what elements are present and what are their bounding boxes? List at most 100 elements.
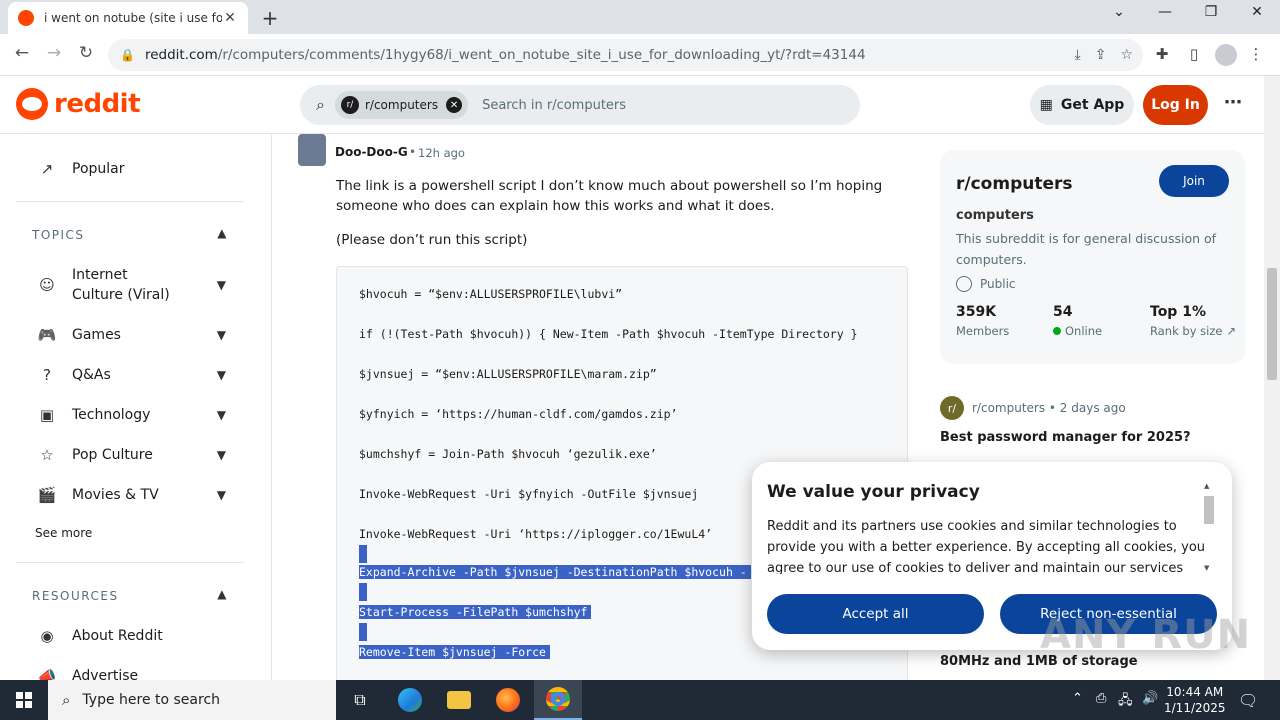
code-line: Invoke-WebRequest -Uri ‘https://iplogger… xyxy=(359,527,713,541)
chevron-up-icon: ▲ xyxy=(217,587,228,601)
page-scrollbar[interactable] xyxy=(1264,76,1280,680)
file-explorer-taskbar-button[interactable] xyxy=(435,680,483,720)
system-clock[interactable]: 10:44 AM 1/11/2025 xyxy=(1164,684,1226,716)
subreddit-search-chip[interactable]: r/ r/computers ✕ xyxy=(334,91,469,119)
subreddit-info-card: r/computers Join computers This subreddi… xyxy=(940,150,1245,364)
extensions-icon[interactable]: ✚ xyxy=(1151,45,1173,63)
chip-icon: ▣ xyxy=(39,406,55,424)
close-window-icon[interactable]: ✕ xyxy=(1242,4,1272,20)
user-avatar[interactable] xyxy=(298,134,326,166)
search-input[interactable]: Search in r/computers xyxy=(482,98,626,113)
code-line-selected: Remove-Item $jvnsuej -Force xyxy=(359,645,550,659)
back-icon[interactable]: ← xyxy=(10,43,34,63)
sidebar-item-internet-culture[interactable]: ☺ Internet Culture (Viral) ▼ xyxy=(36,265,236,305)
comment-body-paragraph: (Please don’t run this script) xyxy=(336,232,528,248)
chrome-taskbar-button[interactable] xyxy=(534,680,582,720)
chrome-icon xyxy=(546,687,570,711)
forward-icon[interactable]: → xyxy=(42,43,66,63)
task-view-button[interactable]: ⧉ xyxy=(336,680,384,720)
reddit-favicon-icon xyxy=(18,10,34,26)
chrome-menu-icon[interactable]: ⋮ xyxy=(1245,45,1267,63)
sidebar-item-technology[interactable]: ▣ Technology ▼ xyxy=(36,404,236,426)
related-post-title[interactable]: Best password manager for 2025? xyxy=(940,430,1240,445)
get-app-button[interactable]: ▦ Get App xyxy=(1030,85,1134,125)
sidebar-item-label: About Reddit xyxy=(72,628,163,644)
sidebar-item-about-reddit[interactable]: ◉ About Reddit xyxy=(36,625,236,647)
accept-all-button[interactable]: Accept all xyxy=(767,594,984,634)
windows-logo-icon xyxy=(16,692,32,708)
resources-section-header[interactable]: RESOURCES ▲ xyxy=(32,587,228,603)
chevron-down-icon: ▼ xyxy=(216,368,226,382)
share-icon[interactable]: ⇪ xyxy=(1095,47,1107,63)
scroll-up-icon[interactable]: ▲ xyxy=(1204,482,1209,490)
dialog-scrollbar-thumb[interactable] xyxy=(1204,496,1214,524)
browser-tab[interactable]: i went on notube (site i use for d ✕ xyxy=(8,2,248,34)
members-stat: 359K Members xyxy=(956,304,1009,338)
qr-code-icon: ▦ xyxy=(1039,97,1053,113)
scrollbar-thumb[interactable] xyxy=(1267,268,1277,380)
start-button[interactable] xyxy=(0,680,48,720)
topics-heading: TOPICS xyxy=(32,228,85,242)
scroll-down-icon[interactable]: ▼ xyxy=(1204,564,1209,572)
side-panel-icon[interactable]: ▯ xyxy=(1183,45,1205,63)
device-icon[interactable]: ⎙ xyxy=(1096,691,1106,706)
rank-stat[interactable]: Top 1% Rank by size ↗ xyxy=(1150,304,1236,338)
sidebar-item-qas[interactable]: ? Q&As ▼ xyxy=(36,364,236,386)
restore-icon[interactable]: ❐ xyxy=(1196,4,1226,20)
show-hidden-icons-icon[interactable]: ⌃ xyxy=(1072,691,1083,706)
left-sidebar: ↗ Popular TOPICS ▲ ☺ Internet Culture (V… xyxy=(0,134,272,680)
sidebar-item-popular[interactable]: ↗ Popular xyxy=(36,158,236,180)
star-icon: ☆ xyxy=(40,446,54,464)
join-button[interactable]: Join xyxy=(1159,165,1229,197)
login-button[interactable]: Log In xyxy=(1143,85,1208,125)
sidebar-item-pop-culture[interactable]: ☆ Pop Culture ▼ xyxy=(36,444,236,466)
sidebar-item-games[interactable]: 🎮 Games ▼ xyxy=(36,324,236,346)
reddit-logo[interactable]: reddit xyxy=(16,88,141,120)
code-line: $yfnyich = ‘https://human-cldf.com/gamdo… xyxy=(359,407,678,421)
windows-taskbar: ⌕ Type here to search ⧉ ⌃ ⎙ 🖧 🔊 10:44 AM… xyxy=(0,680,1280,720)
related-post[interactable]: r/ r/computers • 2 days ago Best passwor… xyxy=(940,396,1240,445)
dialog-scrollbar[interactable]: ▲ ▼ xyxy=(1202,480,1216,576)
question-icon: ? xyxy=(43,366,51,384)
chip-label: r/computers xyxy=(364,98,439,112)
close-tab-icon[interactable]: ✕ xyxy=(222,10,238,26)
chevron-down-icon: ▼ xyxy=(216,448,226,462)
install-app-icon[interactable]: ⤓ xyxy=(1075,47,1081,63)
firefox-taskbar-button[interactable] xyxy=(484,680,532,720)
gamepad-icon: 🎮 xyxy=(37,326,57,344)
subreddit-description: This subreddit is for general discussion… xyxy=(956,231,1217,267)
minimize-icon[interactable]: — xyxy=(1150,4,1180,20)
taskbar-search[interactable]: ⌕ Type here to search xyxy=(48,680,336,720)
see-more-link[interactable]: See more xyxy=(35,526,92,540)
notifications-icon[interactable]: 🗨 xyxy=(1238,691,1258,710)
selection-highlight xyxy=(359,583,367,601)
code-line: if (!(Test-Path $hvocuh)) { New-Item -Pa… xyxy=(359,327,858,341)
remove-chip-icon[interactable]: ✕ xyxy=(446,97,463,113)
search-bar[interactable]: ⌕ r/ r/computers ✕ Search in r/computers xyxy=(300,85,860,125)
subreddit-icon: r/ xyxy=(340,96,359,114)
sidebar-item-advertise[interactable]: 📣 Advertise xyxy=(36,665,236,680)
browser-tab-strip: i went on notube (site i use for d ✕ + ⌄… xyxy=(0,0,1280,34)
tab-search-icon[interactable]: ⌄ xyxy=(1104,4,1134,20)
new-tab-icon[interactable]: + xyxy=(258,6,282,30)
privacy-heading: We value your privacy xyxy=(767,482,980,502)
tab-title: i went on notube (site i use for d xyxy=(44,11,222,25)
bookmark-star-icon[interactable]: ☆ xyxy=(1120,47,1133,63)
topics-section-header[interactable]: TOPICS ▲ xyxy=(32,226,228,242)
volume-icon[interactable]: 🔊 xyxy=(1142,691,1158,706)
megaphone-icon: 📣 xyxy=(37,667,57,680)
profile-avatar-icon[interactable] xyxy=(1215,44,1237,66)
edge-taskbar-button[interactable] xyxy=(386,680,434,720)
sidebar-item-label: Advertise xyxy=(72,668,139,680)
network-icon[interactable]: 🖧 xyxy=(1118,691,1133,713)
sidebar-item-movies-tv[interactable]: 🎬 Movies & TV ▼ xyxy=(36,484,236,506)
comment-author[interactable]: Doo-Doo-G xyxy=(335,145,408,159)
more-options-icon[interactable]: ⋯ xyxy=(1224,92,1242,113)
sidebar-item-label: Internet Culture (Viral) xyxy=(72,267,170,303)
chevron-down-icon: ▼ xyxy=(216,408,226,422)
comment-age[interactable]: 12h ago xyxy=(418,146,465,160)
sidebar-item-label: Technology xyxy=(72,407,151,423)
subreddit-name[interactable]: r/computers xyxy=(956,174,1073,194)
reload-icon[interactable]: ↻ xyxy=(74,43,98,63)
address-bar[interactable]: 🔒 reddit.com/r/computers/comments/1hygy6… xyxy=(108,39,1143,71)
